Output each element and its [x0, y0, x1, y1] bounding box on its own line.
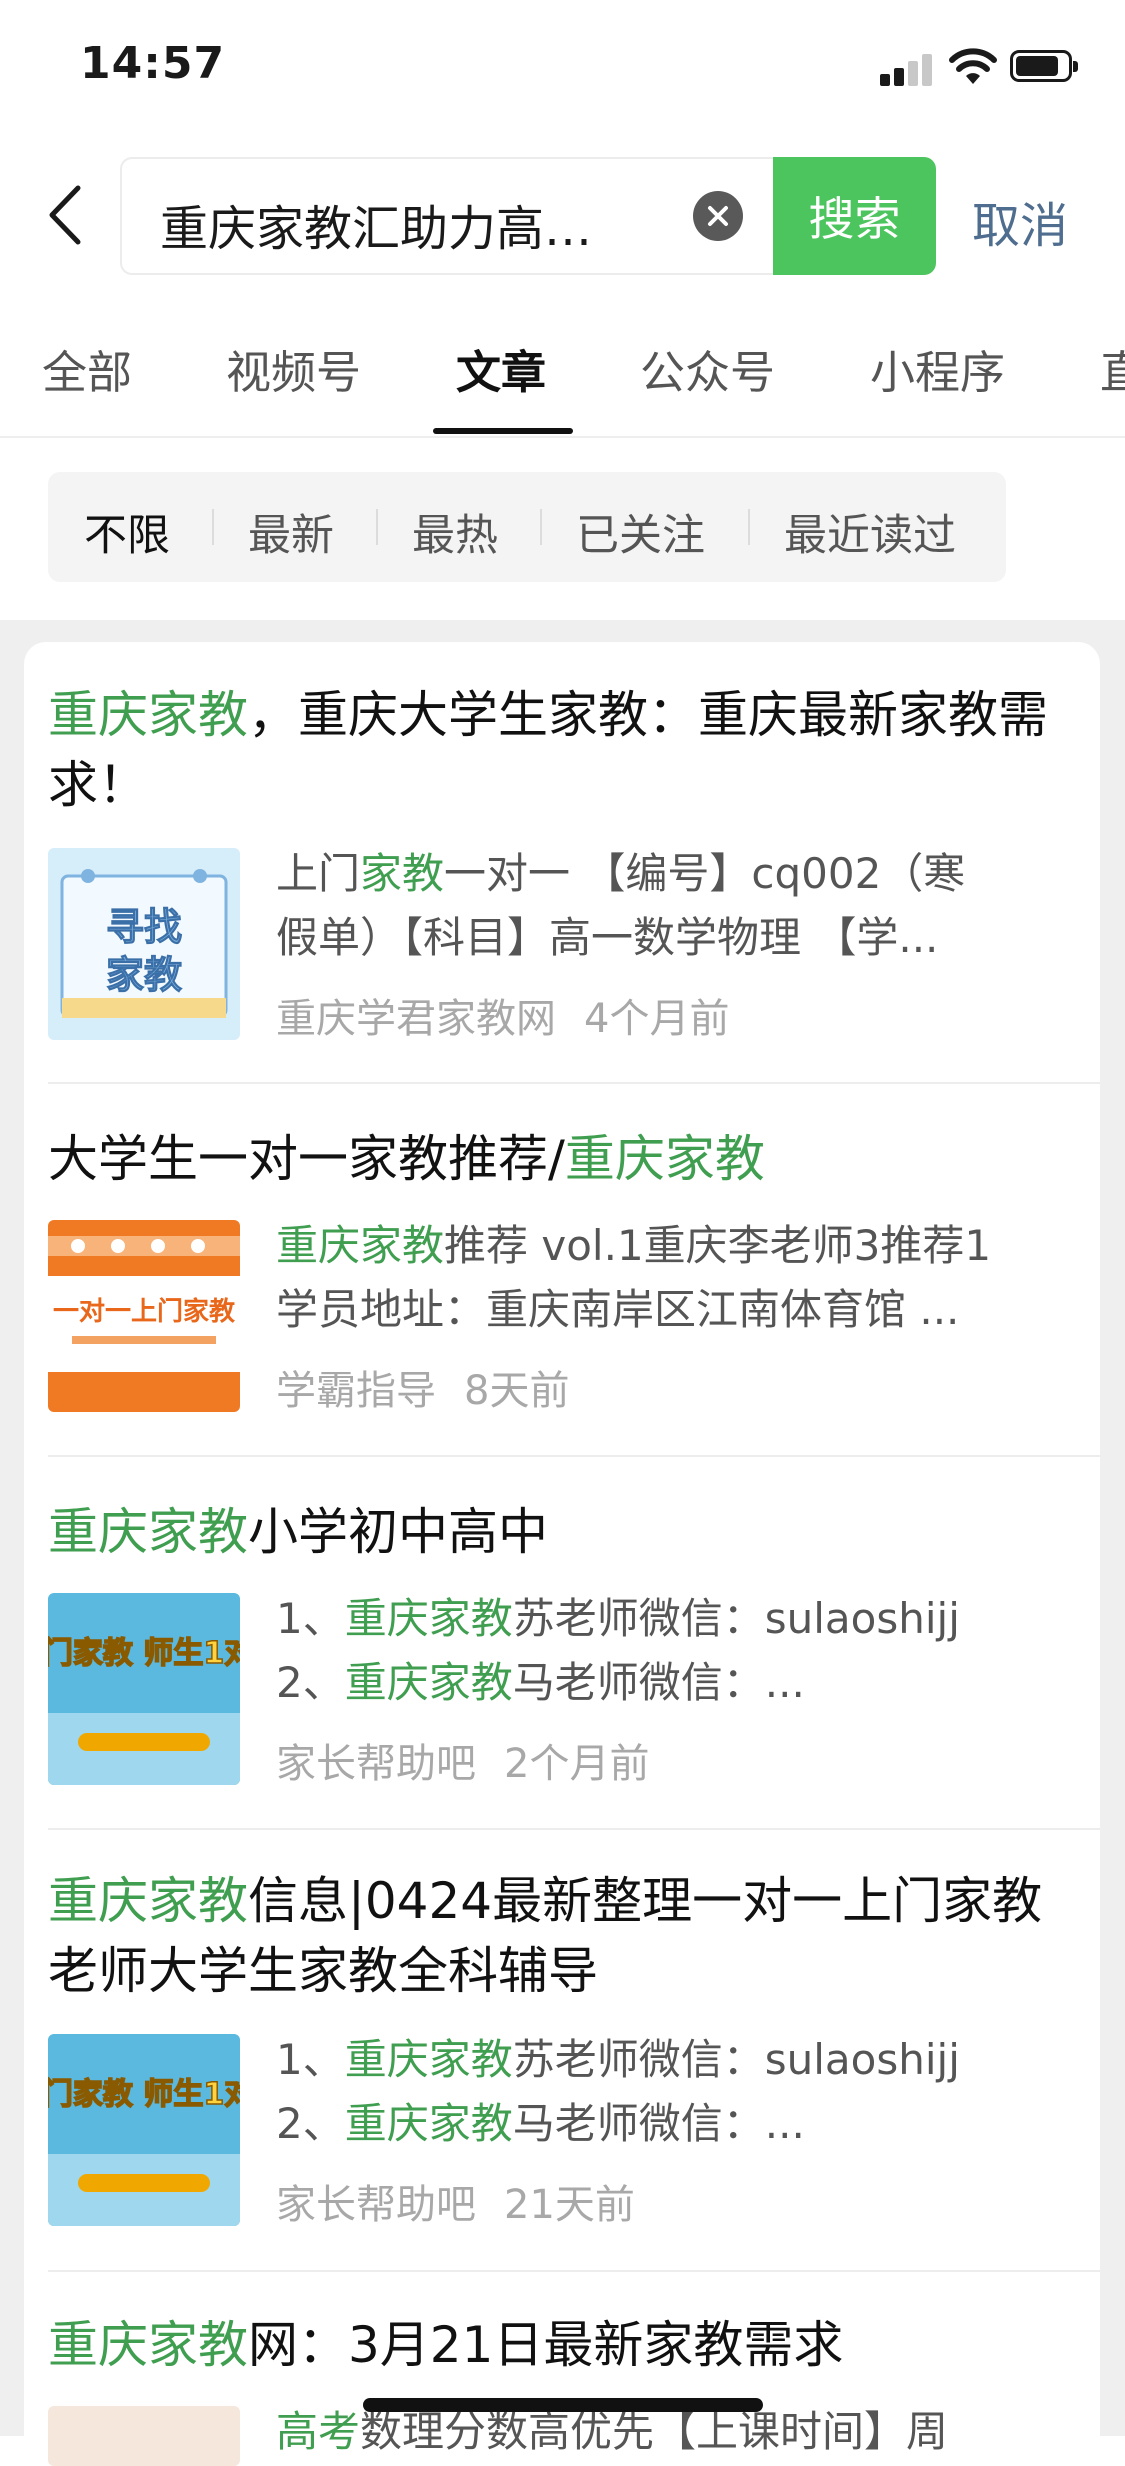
- result-title[interactable]: 重庆家教网：3月21日最新家教需求: [48, 2310, 1048, 2380]
- result-time: 21天前: [504, 2182, 635, 2228]
- wifi-icon: [949, 48, 997, 84]
- result-title[interactable]: 重庆家教信息|0424最新整理一对一上门家教老师大学生家教全科辅导: [48, 1866, 1048, 2006]
- filter-bar: 不限 最新 最热 已关注 最近读过: [48, 472, 1006, 582]
- home-indicator: [363, 2398, 763, 2412]
- back-arrow-icon[interactable]: [40, 180, 90, 250]
- result-thumbnail: 上门家教 师生1对1: [48, 1593, 240, 1785]
- svg-text:上门家教 师生1对1: 上门家教 师生1对1: [48, 1636, 240, 1671]
- status-time: 14:57: [80, 38, 226, 89]
- filter-followed[interactable]: 已关注: [576, 501, 705, 563]
- result-source: 家长帮助吧: [276, 1741, 476, 1787]
- result-divider: [48, 1828, 1100, 1830]
- result-time: 2个月前: [504, 1741, 650, 1787]
- result-source: 学霸指导: [276, 1368, 436, 1414]
- result-title[interactable]: 大学生一对一家教推荐/重庆家教: [48, 1124, 1048, 1194]
- result-snippet: 1、重庆家教苏老师微信：sulaoshijj 2、重庆家教马老师微信：...: [276, 2035, 960, 2148]
- search-input[interactable]: 重庆家教汇助力高…: [120, 157, 775, 275]
- filter-hottest[interactable]: 最热: [412, 501, 498, 563]
- tab-articles[interactable]: 文章: [456, 336, 546, 401]
- svg-text:上门家教 师生1对1: 上门家教 师生1对1: [48, 2077, 240, 2112]
- search-query-text: 重庆家教汇助力高…: [160, 201, 593, 257]
- filter-divider: [748, 509, 750, 545]
- tab-live[interactable]: 直: [1100, 336, 1125, 401]
- result-divider: [48, 1082, 1100, 1084]
- result-divider: [48, 2270, 1100, 2272]
- result-meta: 家长帮助吧 2个月前: [276, 1731, 649, 1789]
- result-thumbnail: 寻找 家教: [48, 848, 240, 1040]
- result-snippet: 重庆家教推荐 vol.1重庆李老师3推荐1 学员地址：重庆南岸区江南体育馆 ..…: [276, 1221, 992, 1334]
- result-source: 重庆学君家教网: [276, 996, 556, 1042]
- result-title[interactable]: 重庆家教小学初中高中: [48, 1497, 1048, 1567]
- active-tab-indicator: [433, 428, 573, 434]
- tab-all[interactable]: 全部: [42, 336, 132, 401]
- result-meta: 重庆学君家教网 4个月前: [276, 986, 729, 1044]
- svg-text:家教: 家教: [106, 953, 182, 997]
- result-snippet: 上门家教一对一 【编号】cq002（寒 假单）【科目】高一数学物理 【学...: [276, 849, 966, 962]
- filter-divider: [212, 509, 214, 545]
- result-meta: 学霸指导 8天前: [276, 1358, 569, 1416]
- tab-official-accounts[interactable]: 公众号: [640, 336, 775, 401]
- tab-mini-programs[interactable]: 小程序: [870, 336, 1005, 401]
- result-thumbnail: 一对一上门家教: [48, 1220, 240, 1412]
- result-snippet: 1、重庆家教苏老师微信：sulaoshijj 2、重庆家教马老师微信：...: [276, 1594, 960, 1707]
- battery-icon: [1010, 50, 1078, 82]
- category-tabs: 全部 视频号 文章 公众号 小程序 直: [0, 330, 1125, 438]
- result-thumbnail: 上门家教 师生1对1: [48, 2034, 240, 2226]
- result-source: 家长帮助吧: [276, 2182, 476, 2228]
- filter-divider: [540, 509, 542, 545]
- result-thumbnail: [48, 2406, 240, 2466]
- result-time: 4个月前: [584, 996, 730, 1042]
- result-divider: [48, 1455, 1100, 1457]
- svg-text:寻找: 寻找: [106, 905, 182, 949]
- tab-channels[interactable]: 视频号: [226, 336, 361, 401]
- filter-latest[interactable]: 最新: [248, 501, 334, 563]
- filter-divider: [376, 509, 378, 545]
- svg-text:一对一上门家教: 一对一上门家教: [53, 1296, 235, 1327]
- clear-search-icon[interactable]: [693, 191, 743, 241]
- result-meta: 家长帮助吧 21天前: [276, 2172, 635, 2230]
- filter-unlimited[interactable]: 不限: [84, 501, 170, 563]
- status-bar: 14:57: [0, 0, 1125, 135]
- result-time: 8天前: [464, 1368, 570, 1414]
- filter-recently-read[interactable]: 最近读过: [784, 501, 956, 563]
- cancel-button[interactable]: 取消: [972, 186, 1068, 256]
- result-title[interactable]: 重庆家教，重庆大学生家教：重庆最新家教需求！: [48, 680, 1048, 820]
- search-button[interactable]: 搜索: [773, 157, 936, 275]
- cellular-signal-icon: [880, 52, 936, 86]
